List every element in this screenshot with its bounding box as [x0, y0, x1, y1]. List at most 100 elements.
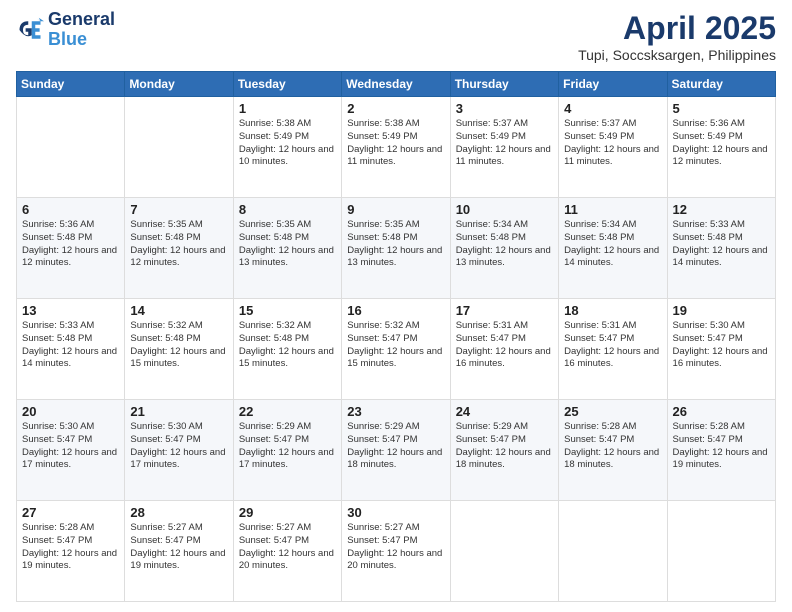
calendar-cell: 8 Sunrise: 5:35 AM Sunset: 5:48 PM Daylig…: [233, 198, 341, 299]
day-number: 9: [347, 202, 444, 217]
day-number: 4: [564, 101, 661, 116]
calendar-col-thursday: Thursday: [450, 72, 558, 97]
day-info: Sunrise: 5:31 AM Sunset: 5:47 PM Dayligh…: [564, 320, 661, 371]
page: General Blue April 2025 Tupi, Soccsksarg…: [0, 0, 792, 612]
calendar-cell: 25Sunrise: 5:28 AM Sunset: 5:47 PM Dayli…: [559, 400, 667, 501]
day-number: 2: [347, 101, 444, 116]
day-number: 13: [22, 303, 119, 318]
day-number: 10: [456, 202, 553, 217]
day-info: Sunrise: 5:32 AM Sunset: 5:48 PM Dayligh…: [130, 320, 227, 371]
header: General Blue April 2025 Tupi, Soccsksarg…: [16, 10, 776, 63]
calendar-cell: 28 Sunrise: 5:27 AM Sunset: 5:47 PM Dayli…: [125, 501, 233, 602]
day-info: Sunrise: 5:30 AM Sunset: 5:47 PM Dayligh…: [673, 320, 770, 371]
calendar-cell: 20 Sunrise: 5:30 AM Sunset: 5:47 PM Dayli…: [17, 400, 125, 501]
calendar-cell: 22 Sunrise: 5:29 AM Sunset: 5:47 PM Dayli…: [233, 400, 341, 501]
day-info: Sunrise: 5:33 AM Sunset: 5:48 PM Dayligh…: [22, 320, 119, 371]
calendar-col-saturday: Saturday: [667, 72, 775, 97]
calendar-cell: 3 Sunrise: 5:37 AM Sunset: 5:49 PM Daylig…: [450, 97, 558, 198]
subtitle: Tupi, Soccsksargen, Philippines: [578, 47, 776, 63]
calendar-cell: 26Sunrise: 5:28 AM Sunset: 5:47 PM Dayli…: [667, 400, 775, 501]
calendar-cell: [667, 501, 775, 602]
day-number: 18: [564, 303, 661, 318]
calendar-cell: 5Sunrise: 5:36 AM Sunset: 5:49 PM Daylig…: [667, 97, 775, 198]
day-info: Sunrise: 5:37 AM Sunset: 5:49 PM Dayligh…: [456, 118, 553, 169]
day-info: Sunrise: 5:32 AM Sunset: 5:47 PM Dayligh…: [347, 320, 444, 371]
calendar-col-sunday: Sunday: [17, 72, 125, 97]
calendar-cell: 21 Sunrise: 5:30 AM Sunset: 5:47 PM Dayli…: [125, 400, 233, 501]
logo-icon: [16, 16, 44, 44]
calendar-cell: 30Sunrise: 5:27 AM Sunset: 5:47 PM Dayli…: [342, 501, 450, 602]
day-number: 22: [239, 404, 336, 419]
calendar-cell: 13 Sunrise: 5:33 AM Sunset: 5:48 PM Dayli…: [17, 299, 125, 400]
day-number: 19: [673, 303, 770, 318]
day-number: 28: [130, 505, 227, 520]
day-number: 27: [22, 505, 119, 520]
day-number: 29: [239, 505, 336, 520]
calendar-week-row: 6 Sunrise: 5:36 AM Sunset: 5:48 PM Daylig…: [17, 198, 776, 299]
day-info: Sunrise: 5:32 AM Sunset: 5:48 PM Dayligh…: [239, 320, 336, 371]
title-block: April 2025 Tupi, Soccsksargen, Philippin…: [578, 10, 776, 63]
calendar-week-row: 20 Sunrise: 5:30 AM Sunset: 5:47 PM Dayli…: [17, 400, 776, 501]
day-number: 17: [456, 303, 553, 318]
day-number: 25: [564, 404, 661, 419]
day-info: Sunrise: 5:28 AM Sunset: 5:47 PM Dayligh…: [673, 421, 770, 472]
day-info: Sunrise: 5:28 AM Sunset: 5:47 PM Dayligh…: [22, 522, 119, 573]
calendar-week-row: 1Sunrise: 5:38 AM Sunset: 5:49 PM Daylig…: [17, 97, 776, 198]
calendar-header-row: SundayMondayTuesdayWednesdayThursdayFrid…: [17, 72, 776, 97]
day-number: 12: [673, 202, 770, 217]
day-info: Sunrise: 5:30 AM Sunset: 5:47 PM Dayligh…: [22, 421, 119, 472]
calendar-cell: 11Sunrise: 5:34 AM Sunset: 5:48 PM Dayli…: [559, 198, 667, 299]
main-title: April 2025: [578, 10, 776, 47]
day-number: 16: [347, 303, 444, 318]
calendar-cell: 12 Sunrise: 5:33 AM Sunset: 5:48 PM Dayli…: [667, 198, 775, 299]
calendar-col-wednesday: Wednesday: [342, 72, 450, 97]
calendar-cell: 15 Sunrise: 5:32 AM Sunset: 5:48 PM Dayli…: [233, 299, 341, 400]
calendar-cell: 6 Sunrise: 5:36 AM Sunset: 5:48 PM Daylig…: [17, 198, 125, 299]
calendar-col-monday: Monday: [125, 72, 233, 97]
day-info: Sunrise: 5:29 AM Sunset: 5:47 PM Dayligh…: [239, 421, 336, 472]
logo-line2: Blue: [48, 30, 115, 50]
day-number: 14: [130, 303, 227, 318]
day-info: Sunrise: 5:35 AM Sunset: 5:48 PM Dayligh…: [239, 219, 336, 270]
day-number: 3: [456, 101, 553, 116]
day-info: Sunrise: 5:36 AM Sunset: 5:49 PM Dayligh…: [673, 118, 770, 169]
calendar-col-friday: Friday: [559, 72, 667, 97]
calendar-cell: 10Sunrise: 5:34 AM Sunset: 5:48 PM Dayli…: [450, 198, 558, 299]
logo-line1: General: [48, 10, 115, 30]
day-info: Sunrise: 5:27 AM Sunset: 5:47 PM Dayligh…: [130, 522, 227, 573]
calendar-cell: 23 Sunrise: 5:29 AM Sunset: 5:47 PM Dayli…: [342, 400, 450, 501]
calendar-cell: 1Sunrise: 5:38 AM Sunset: 5:49 PM Daylig…: [233, 97, 341, 198]
calendar-cell: 7Sunrise: 5:35 AM Sunset: 5:48 PM Daylig…: [125, 198, 233, 299]
day-info: Sunrise: 5:37 AM Sunset: 5:49 PM Dayligh…: [564, 118, 661, 169]
day-info: Sunrise: 5:36 AM Sunset: 5:48 PM Dayligh…: [22, 219, 119, 270]
day-info: Sunrise: 5:31 AM Sunset: 5:47 PM Dayligh…: [456, 320, 553, 371]
day-info: Sunrise: 5:33 AM Sunset: 5:48 PM Dayligh…: [673, 219, 770, 270]
calendar-cell: 18 Sunrise: 5:31 AM Sunset: 5:47 PM Dayli…: [559, 299, 667, 400]
day-number: 11: [564, 202, 661, 217]
day-info: Sunrise: 5:27 AM Sunset: 5:47 PM Dayligh…: [347, 522, 444, 573]
calendar-cell: [125, 97, 233, 198]
calendar-cell: 19 Sunrise: 5:30 AM Sunset: 5:47 PM Dayli…: [667, 299, 775, 400]
day-number: 23: [347, 404, 444, 419]
calendar-cell: 27 Sunrise: 5:28 AM Sunset: 5:47 PM Dayli…: [17, 501, 125, 602]
day-number: 7: [130, 202, 227, 217]
calendar-cell: 17 Sunrise: 5:31 AM Sunset: 5:47 PM Dayli…: [450, 299, 558, 400]
day-info: Sunrise: 5:27 AM Sunset: 5:47 PM Dayligh…: [239, 522, 336, 573]
calendar-cell: 14 Sunrise: 5:32 AM Sunset: 5:48 PM Dayli…: [125, 299, 233, 400]
day-number: 6: [22, 202, 119, 217]
day-number: 15: [239, 303, 336, 318]
day-number: 8: [239, 202, 336, 217]
day-number: 24: [456, 404, 553, 419]
day-info: Sunrise: 5:29 AM Sunset: 5:47 PM Dayligh…: [456, 421, 553, 472]
calendar-cell: [559, 501, 667, 602]
day-number: 21: [130, 404, 227, 419]
logo: General Blue: [16, 10, 115, 50]
day-info: Sunrise: 5:30 AM Sunset: 5:47 PM Dayligh…: [130, 421, 227, 472]
day-info: Sunrise: 5:29 AM Sunset: 5:47 PM Dayligh…: [347, 421, 444, 472]
calendar-col-tuesday: Tuesday: [233, 72, 341, 97]
calendar-cell: 16 Sunrise: 5:32 AM Sunset: 5:47 PM Dayli…: [342, 299, 450, 400]
day-number: 20: [22, 404, 119, 419]
logo-text: General Blue: [48, 10, 115, 50]
calendar-cell: 24 Sunrise: 5:29 AM Sunset: 5:47 PM Dayli…: [450, 400, 558, 501]
calendar-week-row: 13 Sunrise: 5:33 AM Sunset: 5:48 PM Dayli…: [17, 299, 776, 400]
